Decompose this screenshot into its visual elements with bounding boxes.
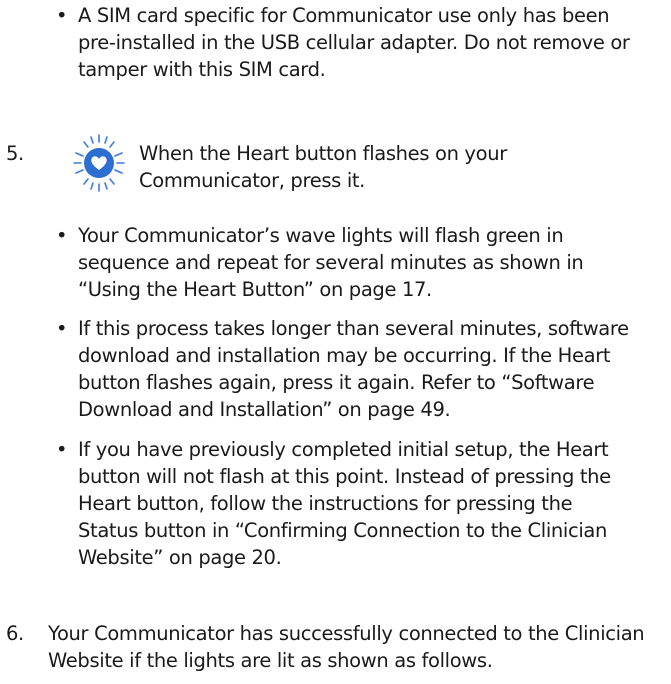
bullet-text: A SIM card specific for Communicator use…	[78, 4, 630, 81]
step-text: Your Communicator has successfully conne…	[48, 622, 645, 672]
bullet-marker: •	[56, 224, 68, 247]
step-number: 5.	[6, 142, 24, 165]
bullet-text: Your Communicator’s wave lights will fla…	[78, 224, 584, 301]
bullet-text: If you have previously completed initial…	[78, 438, 611, 569]
step-number: 6.	[6, 622, 24, 645]
step-text: When the Heart button flashes on your Co…	[139, 142, 507, 192]
bullet-marker: •	[56, 438, 68, 461]
heart-button-icon	[68, 132, 130, 194]
bullet-marker: •	[56, 4, 68, 27]
bullet-text: If this process takes longer than severa…	[78, 317, 629, 421]
bullet-marker: •	[56, 317, 68, 340]
